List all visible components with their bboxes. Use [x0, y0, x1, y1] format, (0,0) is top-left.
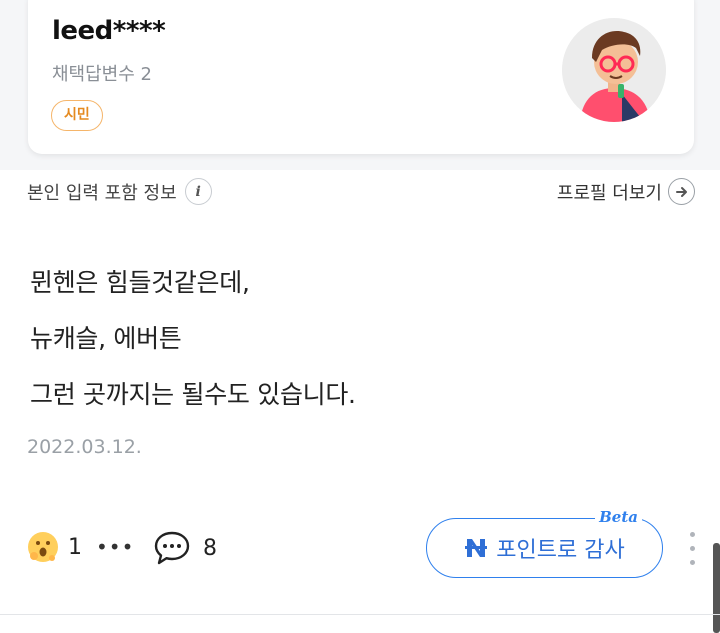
- answer-body: 뮌헨은 힘들것같은데, 뉴캐슬, 에버튼 그런 곳까지는 될수도 있습니다.: [30, 255, 356, 423]
- reaction-button[interactable]: 1 •••: [26, 530, 134, 564]
- scrollbar[interactable]: [713, 543, 720, 633]
- info-icon[interactable]: i: [184, 178, 212, 205]
- grade-badge: 시민: [51, 100, 103, 131]
- self-info-toggle[interactable]: 본인 입력 포함 정보 i: [27, 178, 212, 205]
- username[interactable]: leed****: [52, 16, 166, 46]
- thanks-label: 포인트로 감사: [496, 538, 625, 563]
- action-bar: 1 ••• 8 포인트로 감사 Beta: [0, 508, 720, 590]
- comment-bubble-icon: [154, 531, 190, 565]
- cartoon-person-avatar-icon: [562, 18, 666, 122]
- beta-label: Beta: [595, 508, 642, 526]
- naver-pay-n-icon: [465, 539, 488, 557]
- comment-button[interactable]: 8: [153, 530, 217, 566]
- answer-page: leed**** 채택답변수 2 시민 본인 입력 포함 정보 i 프로필 더보…: [0, 0, 720, 633]
- divider: [0, 614, 720, 615]
- self-info-label: 본인 입력 포함 정보: [27, 182, 177, 204]
- surprised-emoji-icon: [28, 532, 58, 562]
- info-row: 본인 입력 포함 정보 i 프로필 더보기: [27, 178, 695, 208]
- profile-more-label: 프로필 더보기: [556, 182, 662, 204]
- reaction-count: 1: [68, 534, 82, 560]
- thanks-with-points-button[interactable]: 포인트로 감사 Beta: [426, 508, 663, 578]
- answer-line: 뮌헨은 힘들것같은데,: [30, 268, 250, 297]
- answer-line: 뉴캐슬, 에버튼: [30, 324, 182, 353]
- profile-card[interactable]: leed**** 채택답변수 2 시민: [28, 0, 694, 154]
- comment-count: 8: [203, 535, 217, 561]
- reaction-more[interactable]: •••: [96, 535, 134, 559]
- arrow-right-circle-icon: [668, 178, 695, 205]
- answer-line: 그런 곳까지는 될수도 있습니다.: [30, 380, 356, 409]
- kebab-menu-icon[interactable]: [686, 532, 698, 572]
- adopted-answers-count: 채택답변수 2: [52, 64, 152, 85]
- avatar[interactable]: [562, 18, 666, 122]
- answer-date: 2022.03.12.: [27, 436, 142, 458]
- profile-more-link[interactable]: 프로필 더보기: [557, 178, 695, 205]
